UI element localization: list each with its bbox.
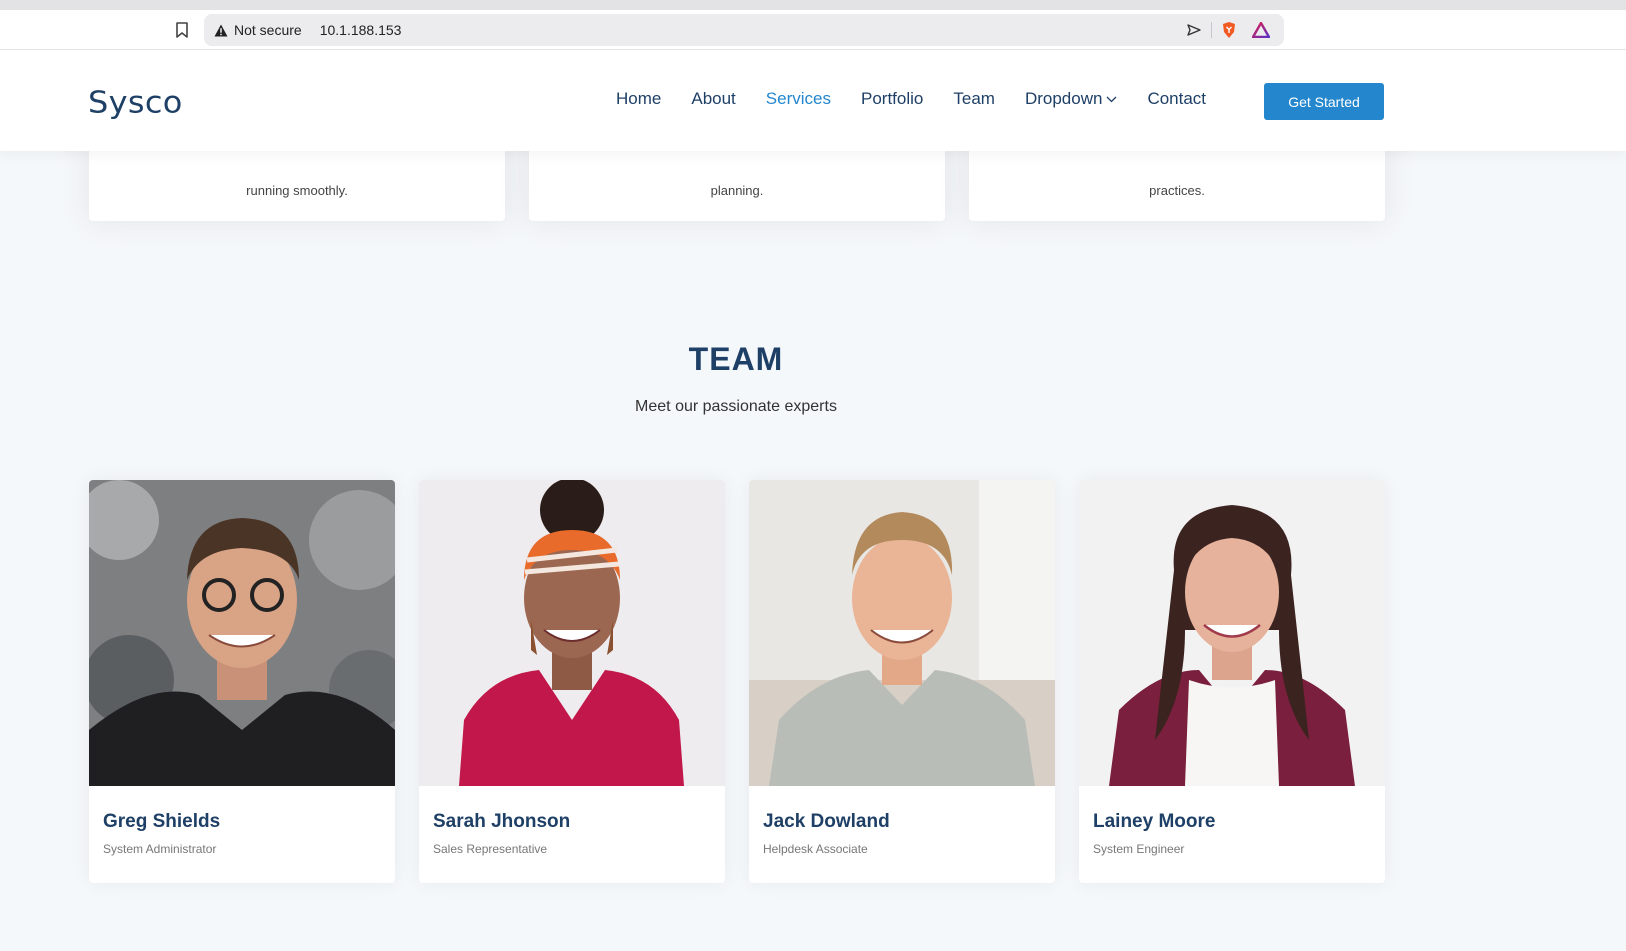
- team-member-card: Greg Shields System Administrator: [89, 480, 395, 883]
- main-nav: Home About Services Portfolio Team Dropd…: [616, 89, 1236, 109]
- member-photo: [749, 480, 1055, 786]
- section-title: TEAM: [688, 341, 784, 377]
- nav-dropdown-label: Dropdown: [1024, 89, 1103, 108]
- member-name: Greg Shields: [103, 811, 221, 832]
- member-name: Lainey Moore: [1093, 811, 1216, 832]
- warning-icon[interactable]: [213, 22, 229, 38]
- url-text[interactable]: 10.1.188.153: [320, 22, 402, 38]
- member-role: System Engineer: [1093, 842, 1185, 856]
- service-card-text: planning.: [710, 183, 764, 198]
- member-photo: [419, 480, 725, 786]
- page-viewport: running smoothly. planning. practices. S…: [0, 51, 1626, 951]
- nav-home[interactable]: Home: [616, 89, 661, 109]
- bookmark-icon[interactable]: [172, 20, 192, 40]
- nav-team[interactable]: Team: [953, 89, 995, 109]
- team-member-card: Sarah Jhonson Sales Representative: [419, 480, 725, 883]
- chevron-down-icon: [1106, 96, 1117, 103]
- service-card-text: practices.: [1149, 183, 1205, 198]
- send-icon[interactable]: [1185, 21, 1203, 39]
- member-photo: [89, 480, 395, 786]
- get-started-button[interactable]: Get Started: [1264, 83, 1384, 120]
- browser-tabstrip: [0, 0, 1626, 10]
- team-member-card: Jack Dowland Helpdesk Associate: [749, 480, 1055, 883]
- team-member-card: Lainey Moore System Engineer: [1079, 480, 1385, 883]
- service-card-text: running smoothly.: [246, 183, 348, 198]
- member-role: Helpdesk Associate: [763, 842, 868, 856]
- nav-about[interactable]: About: [691, 89, 735, 109]
- member-name: Jack Dowland: [763, 811, 890, 832]
- address-bar[interactable]: Not secure 10.1.188.153: [204, 14, 1284, 46]
- brave-rewards-icon[interactable]: [1252, 21, 1270, 39]
- member-name: Sarah Jhonson: [433, 811, 571, 832]
- browser-toolbar: Not secure 10.1.188.153: [0, 10, 1626, 50]
- toolbar-separator: [1211, 22, 1212, 38]
- site-logo[interactable]: Sysco: [88, 84, 183, 120]
- nav-contact[interactable]: Contact: [1147, 89, 1206, 109]
- member-role: Sales Representative: [433, 842, 548, 856]
- security-label[interactable]: Not secure: [234, 22, 302, 38]
- member-photo: [1079, 480, 1385, 786]
- nav-dropdown[interactable]: Dropdown: [1025, 89, 1118, 109]
- site-header: Sysco Home About Services Portfolio Team…: [0, 51, 1626, 151]
- nav-services[interactable]: Services: [766, 89, 831, 109]
- member-role: System Administrator: [103, 842, 217, 856]
- brave-shield-icon[interactable]: [1220, 21, 1238, 39]
- section-subtitle: Meet our passionate experts: [635, 398, 837, 415]
- nav-portfolio[interactable]: Portfolio: [861, 89, 923, 109]
